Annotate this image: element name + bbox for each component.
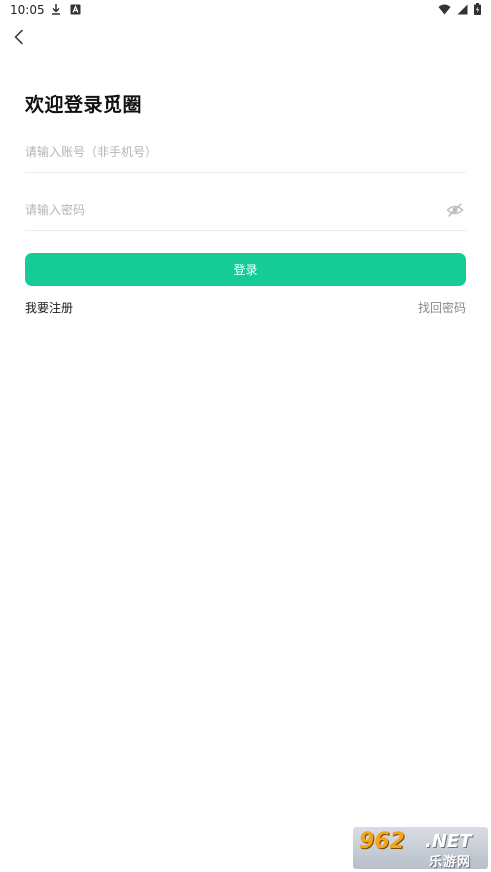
watermark-suffix: .NET — [425, 831, 472, 852]
forgot-password-link[interactable]: 找回密码 — [418, 299, 466, 316]
login-button[interactable]: 登录 — [25, 253, 466, 286]
watermark-label: 乐游网 — [429, 855, 472, 869]
status-bar: 10:05 — [0, 0, 491, 22]
status-time: 10:05 — [10, 3, 45, 17]
page-title: 欢迎登录觅圈 — [25, 94, 143, 116]
notification-a-icon — [70, 4, 81, 18]
watermark-number: 962 — [359, 829, 405, 854]
download-icon — [50, 3, 62, 18]
register-link[interactable]: 我要注册 — [25, 299, 73, 316]
password-input[interactable] — [25, 192, 435, 228]
eye-off-icon[interactable] — [446, 201, 464, 219]
back-button[interactable] — [8, 28, 30, 50]
password-field — [25, 192, 466, 231]
battery-icon — [474, 3, 481, 18]
account-input[interactable] — [25, 134, 435, 170]
cell-signal-icon — [457, 4, 468, 18]
status-right-icons — [438, 3, 481, 18]
account-field — [25, 134, 466, 173]
watermark-logo: 962 .NET 乐游网 — [353, 827, 488, 869]
status-left-icons — [50, 3, 81, 18]
wifi-icon — [438, 4, 451, 18]
chevron-left-icon — [13, 29, 25, 49]
